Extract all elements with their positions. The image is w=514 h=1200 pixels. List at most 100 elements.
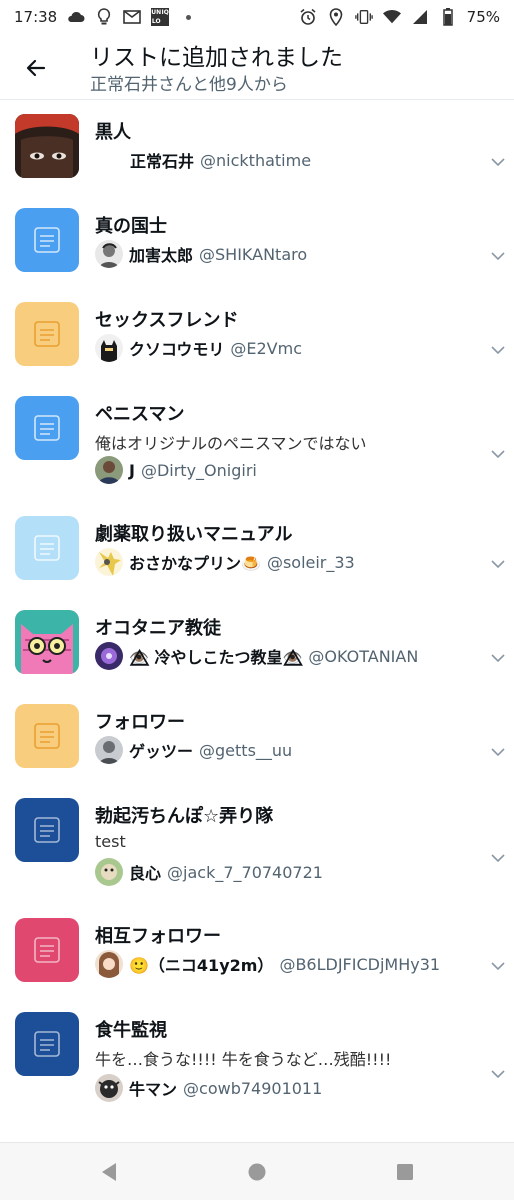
header: リストに追加されました 正常石井さんと他9人から [0,34,514,100]
battery-icon [439,8,457,26]
cow-avatar [95,1074,123,1102]
list-owner[interactable]: ゲッツー @getts__uu [95,735,292,765]
list-item[interactable]: オコタニア教徒 👁️⃤ 冷やしこたつ教皇👁️⃤ @OKOTANIAN [0,596,514,690]
list-name: 真の国士 [95,216,167,237]
owner-handle: @cowb74901011 [183,1078,323,1098]
list-name: セックスフレンド [95,310,239,331]
page-subtitle: 正常石井さんと他9人から [90,75,288,95]
list-item[interactable]: 黒人 正常石井 @nickthatime [0,100,514,194]
page-title: リストに追加されました [90,45,343,71]
list-name: 黒人 [95,122,131,143]
status-bar: 17:38 UN IQ LO 75% [0,0,514,34]
owner-name: 牛マン [129,1080,178,1099]
owner-handle: @E2Vmc [230,338,302,358]
back-button[interactable] [18,50,54,86]
list-item[interactable]: フォロワー ゲッツー @getts__uu [0,690,514,784]
alarm-icon [299,8,317,26]
cloud-icon [67,8,85,26]
list-item[interactable]: 食牛監視 牛を…食うな!!!! 牛を食うなど…残酷!!!! 牛マン @cowb7… [0,998,514,1120]
list-owner[interactable]: おさかなプリン🍮 @soleir_33 [95,547,355,577]
chevron-down-icon[interactable] [488,956,508,976]
list-icon [15,516,79,580]
list-owner[interactable]: 🙂（ニコ41y2m） @B6LDJFICDjMHy31 [95,949,440,979]
chevron-down-icon[interactable] [488,1064,508,1084]
chevron-down-icon[interactable] [488,648,508,668]
status-time: 17:38 [14,8,58,26]
list-icon [15,208,79,272]
list-name: 相互フォロワー [95,926,221,947]
list-item[interactable]: 相互フォロワー 🙂（ニコ41y2m） @B6LDJFICDjMHy31 [0,904,514,998]
owner-name: 👁️⃤ 冷やしこたつ教皇👁️⃤ [129,648,303,667]
owner-name: 加害太郎 [129,246,194,265]
list-name: オコタニア教徒 [95,618,221,639]
chevron-down-icon[interactable] [488,246,508,266]
signal-icon [411,8,429,26]
green-avatar [95,858,123,886]
bulb-icon [95,8,113,26]
nav-home-icon[interactable] [246,1161,268,1183]
list-name: 食牛監視 [95,1020,167,1041]
list-owner[interactable]: 正常石井 @nickthatime [130,145,311,175]
owner-name: クソコウモリ [129,340,225,359]
list-description: 俺はオリジナルのペニスマンではない [95,434,367,453]
list-name: フォロワー [95,712,185,733]
owner-handle: @B6LDJFICDjMHy31 [279,954,441,974]
face-photo-icon [15,114,79,178]
anime-avatar [95,548,123,576]
list-item[interactable]: ペニスマン 俺はオリジナルのペニスマンではない J @Dirty_Onigiri [0,382,514,502]
list-icon [15,704,79,768]
list-name: 劇薬取り扱いマニュアル [95,524,293,545]
list-owner[interactable]: クソコウモリ @E2Vmc [95,333,302,363]
owner-handle: @jack_7_70740721 [167,862,323,882]
owner-name: 🙂（ニコ41y2m） [129,956,274,975]
mail-icon [123,8,142,26]
owner-handle: @OKOTANIAN [308,646,419,666]
list-item[interactable]: 勃起汚ちんぽ☆弄り隊 test 良心 @jack_7_70740721 [0,784,514,904]
uniqlo-text-3: LO [151,18,161,25]
nav-back-icon[interactable] [98,1161,120,1183]
list-item[interactable]: 真の国士 加害太郎 @SHIKANtaro [0,194,514,288]
list-owner[interactable]: 良心 @jack_7_70740721 [95,857,323,887]
chevron-down-icon[interactable] [488,152,508,172]
chevron-down-icon[interactable] [488,444,508,464]
system-nav-bar [0,1142,514,1200]
list-icon [15,302,79,366]
chevron-down-icon[interactable] [488,340,508,360]
list-owner[interactable]: J @Dirty_Onigiri [95,455,257,485]
uniqlo-icon: UN IQ LO [151,8,170,26]
nav-recents-icon[interactable] [394,1161,416,1183]
owner-name: 正常石井 [130,152,195,171]
list-item[interactable]: セックスフレンド クソコウモリ @E2Vmc [0,288,514,382]
owner-name: おさかなプリン🍮 [129,554,261,573]
dot-icon [179,8,197,26]
owner-handle: @Dirty_Onigiri [140,460,257,480]
uniqlo-text-2: IQ [161,9,169,16]
list-icon [15,798,79,862]
list-icon [15,1012,79,1076]
list-owner[interactable]: 👁️⃤ 冷やしこたつ教皇👁️⃤ @OKOTANIAN [95,641,418,671]
chevron-down-icon[interactable] [488,554,508,574]
battery-percent: 75% [466,8,500,26]
chevron-down-icon[interactable] [488,848,508,868]
arrow-left-icon [26,59,46,77]
owner-handle: @soleir_33 [266,552,355,572]
bat-avatar [95,334,123,362]
list-description: 牛を…食うな!!!! 牛を食うなど…残酷!!!! [95,1050,392,1069]
chevron-down-icon[interactable] [488,742,508,762]
sketch-avatar [95,240,123,268]
list-owner[interactable]: 牛マン @cowb74901011 [95,1073,322,1103]
purple-avatar [95,642,123,670]
list-owner[interactable]: 加害太郎 @SHIKANtaro [95,239,307,269]
list-item[interactable]: 劇薬取り扱いマニュアル おさかなプリン🍮 @soleir_33 [0,502,514,596]
cat-illustration-icon [15,610,79,674]
list-name: ペニスマン [95,404,185,425]
vibrate-icon [354,8,373,26]
person-avatar [95,456,123,484]
location-icon [327,8,345,26]
list-icon [15,918,79,982]
owner-name: J [129,460,135,480]
owner-handle: @nickthatime [200,150,312,170]
owner-handle: @getts__uu [199,740,293,760]
wifi-icon [382,8,401,26]
list-icon [15,396,79,460]
